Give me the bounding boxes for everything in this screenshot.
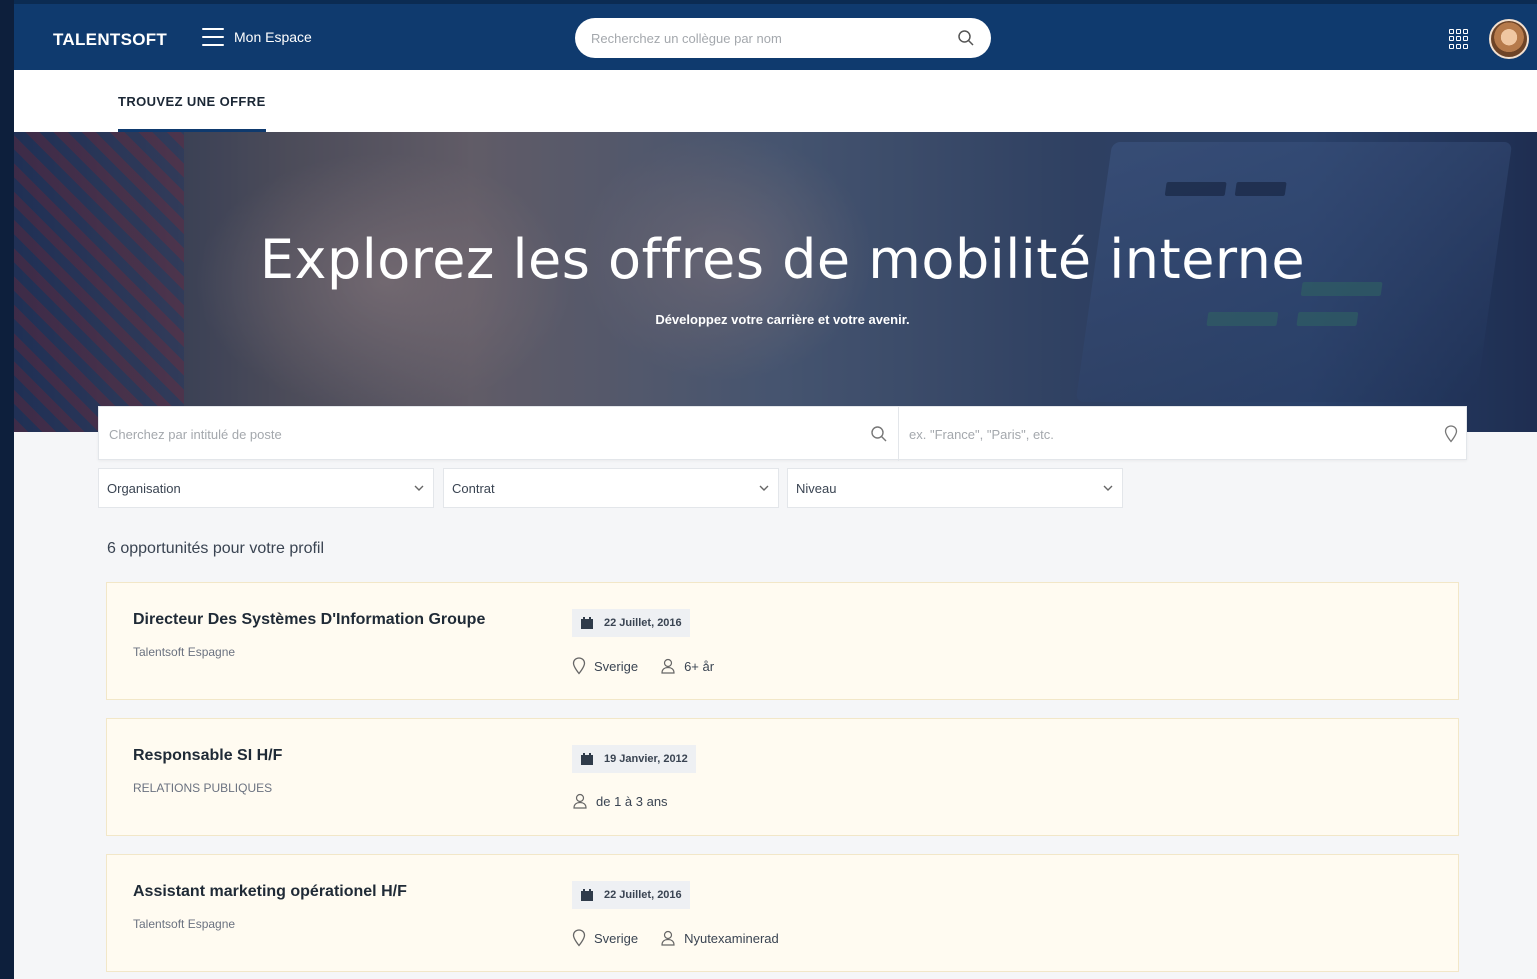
hero-banner: Explorez les offres de mobilité interne …: [14, 132, 1537, 432]
results-count: 6 opportunités pour votre profil: [107, 540, 325, 557]
search-icon[interactable]: [870, 425, 888, 443]
job-date: 22 Juillet, 2016: [604, 889, 682, 901]
job-search-panel: [98, 406, 1468, 461]
calendar-icon: [581, 889, 593, 901]
job-experience: de 1 à 3 ans: [572, 793, 668, 809]
job-title-input[interactable]: [109, 426, 870, 442]
app-frame: TALENTSOFT Mon Espace TROUVEZ UNE OFFRE: [14, 0, 1537, 979]
top-navbar: TALENTSOFT Mon Espace: [14, 0, 1537, 70]
job-experience-text: de 1 à 3 ans: [596, 793, 668, 809]
job-organization: RELATIONS PUBLIQUES: [133, 781, 273, 795]
tab-bar: TROUVEZ UNE OFFRE: [14, 70, 1537, 132]
job-meta: Sverige 6+ år: [572, 657, 736, 675]
chevron-down-icon: [414, 485, 424, 491]
job-title[interactable]: Directeur Des Systèmes D'Information Gro…: [133, 611, 485, 629]
date-badge: 19 Janvier, 2012: [572, 745, 696, 773]
user-icon: [573, 793, 587, 809]
location-search: [899, 407, 1468, 461]
job-location: Sverige: [572, 657, 638, 675]
user-icon: [661, 658, 675, 674]
job-experience: Nyutexaminerad: [660, 930, 779, 946]
date-badge: 22 Juillet, 2016: [572, 609, 690, 637]
logo[interactable]: TALENTSOFT: [53, 30, 167, 50]
job-date: 22 Juillet, 2016: [604, 617, 682, 629]
menu-icon: [202, 28, 224, 46]
job-experience-text: Nyutexaminerad: [684, 930, 779, 946]
filter-label: Contrat: [452, 480, 495, 496]
search-icon[interactable]: [957, 29, 975, 47]
filter-organisation[interactable]: Organisation: [98, 468, 434, 508]
filter-contrat[interactable]: Contrat: [443, 468, 779, 508]
job-organization: Talentsoft Espagne: [133, 917, 236, 931]
job-experience: 6+ år: [660, 658, 714, 674]
location-pin-icon: [1444, 425, 1458, 443]
job-meta: Sverige Nyutexaminerad: [572, 929, 801, 947]
job-meta: de 1 à 3 ans: [572, 793, 690, 809]
job-organization: Talentsoft Espagne: [133, 645, 236, 659]
job-card[interactable]: Directeur Des Systèmes D'Information Gro…: [106, 582, 1459, 700]
filter-label: Organisation: [107, 480, 181, 496]
job-location: Sverige: [572, 929, 638, 947]
location-pin-icon: [572, 657, 586, 675]
colleague-search-input[interactable]: [591, 30, 957, 46]
filter-label: Niveau: [796, 480, 837, 496]
hero-subtitle: Développez votre carrière et votre aveni…: [655, 312, 910, 327]
job-card[interactable]: Responsable SI H/F RELATIONS PUBLIQUES 1…: [106, 718, 1459, 836]
job-date: 19 Janvier, 2012: [604, 753, 688, 765]
menu-button[interactable]: Mon Espace: [202, 28, 312, 46]
job-card[interactable]: Assistant marketing opérationel H/F Tale…: [106, 854, 1459, 972]
location-pin-icon: [572, 929, 586, 947]
avatar[interactable]: [1489, 19, 1529, 59]
job-experience-text: 6+ år: [684, 658, 715, 674]
job-title[interactable]: Responsable SI H/F: [133, 747, 282, 765]
calendar-icon: [581, 753, 593, 765]
job-title[interactable]: Assistant marketing opérationel H/F: [133, 883, 407, 901]
job-location-text: Sverige: [594, 930, 639, 946]
job-location-text: Sverige: [594, 658, 639, 674]
filter-niveau[interactable]: Niveau: [787, 468, 1123, 508]
chevron-down-icon: [1103, 485, 1113, 491]
colleague-search: [575, 18, 991, 58]
user-icon: [661, 930, 675, 946]
hero-title: Explorez les offres de mobilité interne: [259, 228, 1306, 291]
calendar-icon: [581, 617, 593, 629]
tab-find-offer[interactable]: TROUVEZ UNE OFFRE: [118, 70, 266, 132]
date-badge: 22 Juillet, 2016: [572, 881, 690, 909]
menu-label: Mon Espace: [234, 29, 312, 45]
job-title-search: [99, 407, 899, 461]
chevron-down-icon: [759, 485, 769, 491]
apps-grid-icon[interactable]: [1449, 29, 1469, 49]
location-input[interactable]: [909, 426, 1444, 442]
